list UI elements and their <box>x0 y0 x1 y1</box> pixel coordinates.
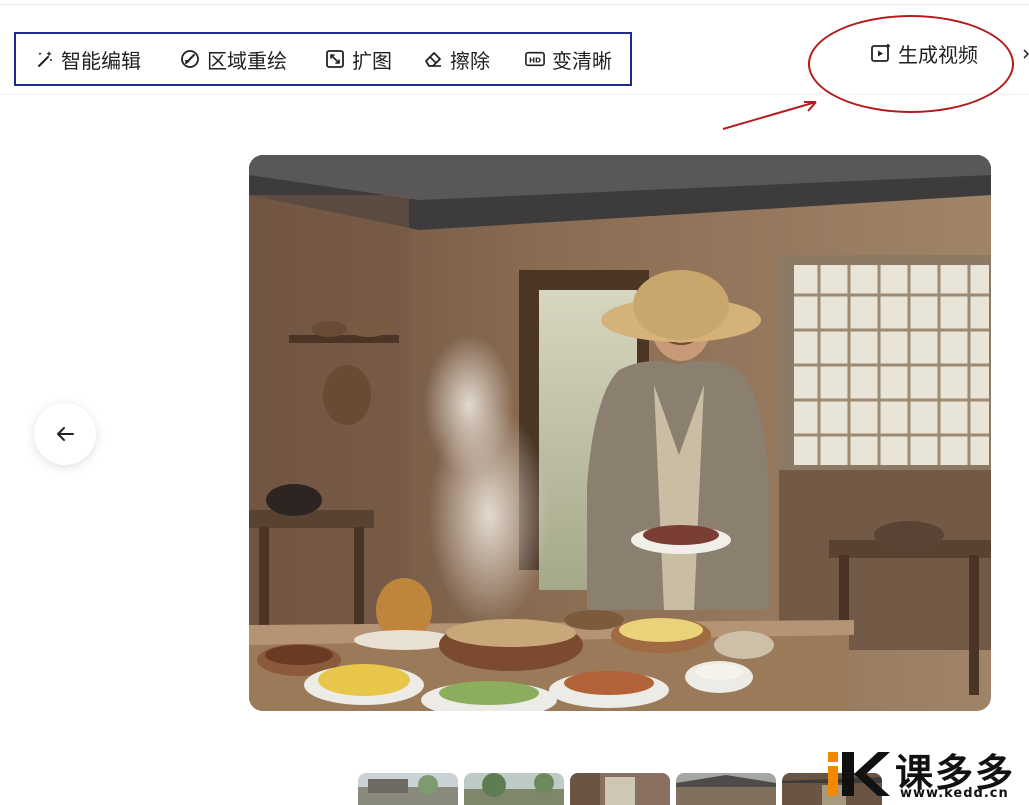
expand-image-label: 扩图 <box>352 48 392 73</box>
thumbnail-1[interactable] <box>358 773 458 805</box>
annotation-circle <box>808 15 1014 113</box>
edit-tools-highlight: 智能编辑 区域重绘 扩图 擦除 HD 变清晰 <box>14 32 632 86</box>
smart-edit-button[interactable]: 智能编辑 <box>34 44 141 74</box>
watermark-logo: 课多多 www.kedd.cn <box>828 744 1029 805</box>
region-redraw-label: 区域重绘 <box>207 48 287 73</box>
hd-icon: HD <box>525 51 545 67</box>
svg-text:HD: HD <box>529 55 541 64</box>
erase-button[interactable]: 擦除 <box>423 44 490 74</box>
expand-image-button[interactable]: 扩图 <box>325 44 392 74</box>
generated-image <box>249 155 991 711</box>
thumbnail-4[interactable] <box>676 773 776 805</box>
enhance-clarity-button[interactable]: HD 变清晰 <box>525 44 612 74</box>
brush-icon <box>181 50 199 68</box>
smart-edit-label: 智能编辑 <box>61 48 141 73</box>
annotation-arrow <box>722 101 817 130</box>
magic-wand-icon <box>38 51 52 67</box>
more-tools-cutoff[interactable] <box>1022 42 1029 66</box>
region-redraw-button[interactable]: 区域重绘 <box>180 44 287 74</box>
thumbnail-3[interactable] <box>570 773 670 805</box>
watermark-url: www.kedd.cn <box>900 786 1009 801</box>
arrow-left-icon <box>57 427 74 441</box>
top-divider <box>0 0 1029 5</box>
expand-icon <box>326 50 344 68</box>
eraser-icon <box>425 52 441 67</box>
thumbnail-2[interactable] <box>464 773 564 805</box>
erase-label: 擦除 <box>450 48 490 73</box>
previous-image-button[interactable] <box>34 403 96 465</box>
enhance-clarity-label: 变清晰 <box>552 48 612 73</box>
kedd-logo-icon <box>828 752 890 796</box>
